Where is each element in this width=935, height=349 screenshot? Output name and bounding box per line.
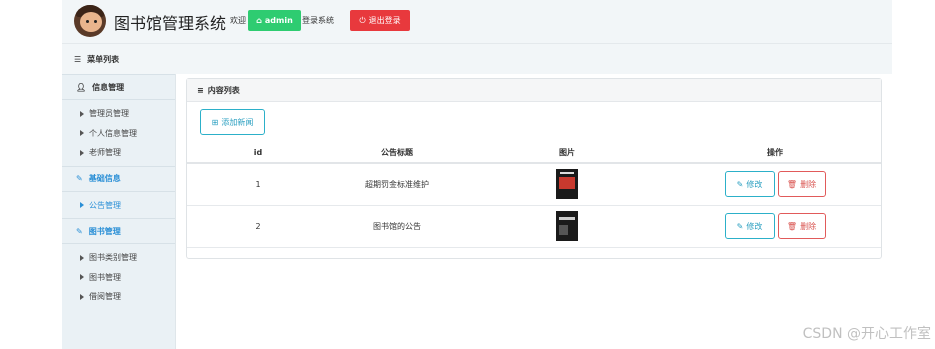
add-news-button[interactable]: ⊞ 添加新闻 bbox=[200, 109, 265, 135]
column-header-image: 图片 bbox=[465, 143, 669, 164]
caret-right-icon bbox=[80, 130, 84, 137]
sidebar-item-books[interactable]: 图书管理 bbox=[62, 268, 175, 288]
sidebar-item-label: 借阅管理 bbox=[89, 292, 121, 302]
sidebar-item-label: 图书管理 bbox=[89, 272, 121, 282]
menu-list-label: 菜单列表 bbox=[87, 54, 120, 64]
trash-icon: 🗑︎ bbox=[786, 179, 798, 189]
sidebar-item-label: 个人信息管理 bbox=[89, 128, 137, 138]
sidebar-item-announcement-management[interactable]: 公告管理 bbox=[62, 196, 175, 216]
sidebar-group-items: 管理员管理 个人信息管理 老师管理 bbox=[62, 100, 175, 166]
top-header: 图书馆管理系统 欢迎 ⌂ admin 登录系统 ⏻ 退出登录 bbox=[62, 0, 892, 44]
home-icon: ⌂ bbox=[256, 16, 262, 25]
edit-label: 修改 bbox=[746, 179, 763, 189]
sidebar-item-label: 图书类别管理 bbox=[89, 253, 137, 263]
cell-image bbox=[465, 205, 669, 248]
add-news-label: 添加新闻 bbox=[221, 117, 254, 127]
sidebar-item-teacher-management[interactable]: 老师管理 bbox=[62, 143, 175, 163]
panel-title: 内容列表 bbox=[207, 85, 240, 95]
watermark: CSDN @开心工作室 bbox=[802, 326, 931, 342]
cell-id: 2 bbox=[187, 205, 329, 248]
column-header-id: id bbox=[187, 143, 329, 164]
table-row: 1 超期罚金标准维护 ✎ 修改 🗑︎ 删除 bbox=[187, 163, 881, 206]
announcement-thumbnail bbox=[556, 169, 578, 200]
list-icon: ☰ bbox=[74, 54, 82, 64]
sidebar-group-label: 图书管理 bbox=[88, 226, 121, 236]
user-icon: 👤︎ bbox=[76, 82, 87, 92]
welcome-text: 欢迎 bbox=[230, 16, 246, 25]
sidebar-group-items: 公告管理 bbox=[62, 192, 175, 219]
delete-button[interactable]: 🗑︎ 删除 bbox=[777, 171, 826, 198]
caret-right-icon bbox=[80, 293, 84, 300]
announcement-table: id 公告标题 图片 操作 1 超期罚金标准维护 ✎ 修改 🗑︎ 删除 2 图书… bbox=[187, 143, 881, 248]
caret-right-icon bbox=[80, 110, 84, 117]
edit-button[interactable]: ✎ 修改 bbox=[724, 213, 775, 239]
avatar bbox=[74, 5, 106, 37]
edit-icon: ✎ bbox=[76, 174, 83, 183]
edit-icon: ✎ bbox=[736, 221, 744, 231]
table-header-row: id 公告标题 图片 操作 bbox=[187, 143, 881, 164]
caret-right-icon bbox=[80, 274, 84, 281]
admin-user-button[interactable]: ⌂ admin bbox=[248, 10, 301, 31]
cell-actions: ✎ 修改 🗑︎ 删除 bbox=[669, 205, 881, 248]
sidebar-item-book-category[interactable]: 图书类别管理 bbox=[62, 248, 175, 268]
cell-actions: ✎ 修改 🗑︎ 删除 bbox=[669, 163, 881, 206]
table-row: 2 图书馆的公告 ✎ 修改 🗑︎ 删除 bbox=[187, 205, 881, 248]
sidebar-item-label: 管理员管理 bbox=[89, 109, 129, 119]
power-icon: ⏻ bbox=[359, 15, 366, 25]
cell-id: 1 bbox=[187, 163, 329, 206]
user-name: admin bbox=[264, 16, 293, 25]
sidebar-group-basic-info[interactable]: ✎ 基础信息 bbox=[62, 165, 175, 192]
sidebar-group-items: 图书类别管理 图书管理 借阅管理 bbox=[62, 244, 175, 310]
cell-title: 超期罚金标准维护 bbox=[329, 163, 465, 206]
login-system-text: 登录系统 bbox=[302, 16, 334, 25]
plus-square-icon: ⊞ bbox=[211, 117, 219, 127]
delete-label: 删除 bbox=[800, 221, 817, 231]
sidebar-item-admin-management[interactable]: 管理员管理 bbox=[62, 104, 175, 124]
caret-right-icon bbox=[80, 254, 84, 261]
system-title: 图书馆管理系统 bbox=[114, 14, 227, 33]
announcement-thumbnail bbox=[556, 211, 578, 241]
sidebar-item-label: 老师管理 bbox=[89, 148, 121, 158]
delete-button[interactable]: 🗑︎ 删除 bbox=[777, 213, 826, 239]
logout-button[interactable]: ⏻ 退出登录 bbox=[350, 10, 410, 31]
caret-right-icon bbox=[80, 202, 84, 209]
list-icon: ≡ bbox=[197, 85, 204, 95]
sidebar: 👤︎ 信息管理 管理员管理 个人信息管理 老师管理 ✎ 基础信息 公告管理 ✎ … bbox=[62, 74, 176, 349]
sidebar-item-personal-info[interactable]: 个人信息管理 bbox=[62, 124, 175, 144]
sidebar-item-label: 公告管理 bbox=[89, 200, 121, 210]
sidebar-group-book-management[interactable]: ✎ 图书管理 bbox=[62, 218, 175, 244]
edit-icon: ✎ bbox=[76, 226, 83, 236]
menu-list-header: ☰ 菜单列表 bbox=[62, 44, 176, 74]
logout-label: 退出登录 bbox=[368, 16, 401, 25]
header-strip bbox=[176, 44, 892, 74]
edit-button[interactable]: ✎ 修改 bbox=[724, 171, 775, 198]
column-header-actions: 操作 bbox=[669, 143, 881, 164]
column-header-title: 公告标题 bbox=[329, 143, 465, 164]
trash-icon: 🗑︎ bbox=[786, 221, 798, 231]
sidebar-item-borrowing[interactable]: 借阅管理 bbox=[62, 287, 175, 307]
cell-image bbox=[465, 163, 669, 206]
sidebar-group-label: 信息管理 bbox=[92, 82, 125, 92]
panel-header: ≡ 内容列表 bbox=[187, 79, 881, 102]
edit-icon: ✎ bbox=[736, 179, 744, 189]
sidebar-group-label: 基础信息 bbox=[88, 174, 121, 183]
caret-right-icon bbox=[80, 149, 84, 156]
sidebar-group-info-management[interactable]: 👤︎ 信息管理 bbox=[62, 74, 175, 100]
cell-title: 图书馆的公告 bbox=[329, 205, 465, 248]
edit-label: 修改 bbox=[746, 221, 763, 231]
delete-label: 删除 bbox=[800, 179, 817, 189]
content-panel: ≡ 内容列表 ⊞ 添加新闻 id 公告标题 图片 操作 1 超期罚金标准维护 ✎… bbox=[186, 78, 882, 259]
